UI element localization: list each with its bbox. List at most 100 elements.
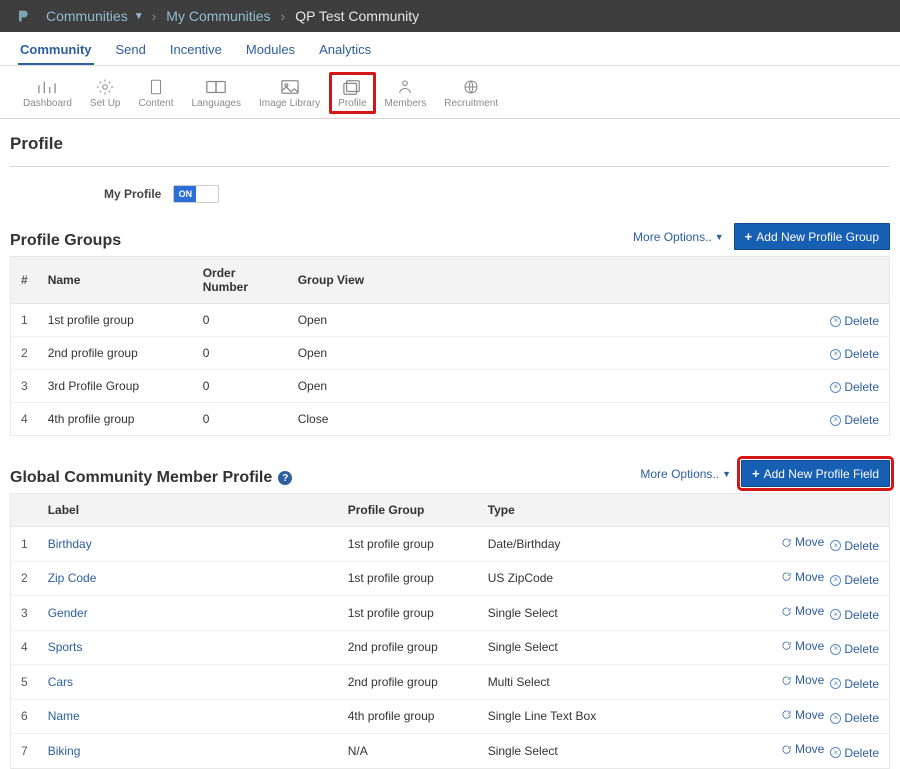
cell-index: 1 xyxy=(11,304,38,337)
profile-groups-title: Profile Groups xyxy=(10,232,121,250)
member-profile-table: Label Profile Group Type 1Birthday1st pr… xyxy=(10,493,890,769)
cell-label: Gender xyxy=(38,596,338,631)
member-profile-more[interactable]: More Options.. ▼ xyxy=(640,467,731,481)
delete-link[interactable]: ×Delete xyxy=(830,573,879,587)
delete-link[interactable]: ×Delete xyxy=(830,746,879,760)
member-profile-title: Global Community Member Profile xyxy=(10,469,272,487)
breadcrumb-sep: › xyxy=(281,8,286,24)
profile-field-link[interactable]: Gender xyxy=(48,606,88,620)
table-row: 5Cars2nd profile groupMulti SelectMove×D… xyxy=(11,665,890,700)
cell-order: 0 xyxy=(193,370,288,403)
move-link[interactable]: Move xyxy=(781,639,824,653)
close-icon: × xyxy=(830,644,841,655)
cell-group: 2nd profile group xyxy=(338,630,478,665)
cell-order: 0 xyxy=(193,403,288,436)
icon-toolbar: Dashboard Set Up Content Languages Image… xyxy=(0,66,900,119)
profile-field-link[interactable]: Zip Code xyxy=(48,571,97,585)
my-profile-toggle[interactable]: ON xyxy=(173,185,219,203)
col-label: Label xyxy=(38,494,338,527)
cell-index: 2 xyxy=(11,561,38,596)
divider xyxy=(10,166,890,167)
tab-community[interactable]: Community xyxy=(18,39,94,65)
move-link[interactable]: Move xyxy=(781,570,824,584)
refresh-icon xyxy=(781,675,792,686)
tab-send[interactable]: Send xyxy=(114,39,148,65)
cell-group: 2nd profile group xyxy=(338,665,478,700)
my-profile-row: My Profile ON xyxy=(10,179,890,217)
document-icon xyxy=(145,78,167,96)
cell-group: 1st profile group xyxy=(338,596,478,631)
profile-field-link[interactable]: Name xyxy=(48,709,80,723)
tab-incentive[interactable]: Incentive xyxy=(168,39,224,65)
app-logo-icon xyxy=(14,7,32,25)
toolbtn-languages[interactable]: Languages xyxy=(183,72,251,114)
toolbtn-image-library[interactable]: Image Library xyxy=(250,72,329,114)
tabstrip: Community Send Incentive Modules Analyti… xyxy=(0,32,900,66)
table-row: 44th profile group0Close×Delete xyxy=(11,403,890,436)
move-link[interactable]: Move xyxy=(781,673,824,687)
cell-label: Sports xyxy=(38,630,338,665)
close-icon: × xyxy=(830,678,841,689)
profile-field-link[interactable]: Birthday xyxy=(48,537,92,551)
breadcrumb-leaf[interactable]: QP Test Community xyxy=(295,8,419,24)
tab-analytics[interactable]: Analytics xyxy=(317,39,373,65)
cell-type: Date/Birthday xyxy=(478,527,760,562)
cell-name: 1st profile group xyxy=(38,304,193,337)
table-row: 7BikingN/ASingle SelectMove×Delete xyxy=(11,734,890,769)
delete-link[interactable]: ×Delete xyxy=(830,608,879,622)
chevron-down-icon[interactable]: ▼ xyxy=(134,11,144,22)
profile-groups-more[interactable]: More Options.. ▼ xyxy=(633,230,724,244)
languages-icon xyxy=(205,78,227,96)
dashboard-icon xyxy=(36,78,58,96)
move-link[interactable]: Move xyxy=(781,604,824,618)
my-profile-label: My Profile xyxy=(104,187,161,201)
cell-view: Close xyxy=(288,403,810,436)
delete-link[interactable]: ×Delete xyxy=(830,413,879,427)
move-link[interactable]: Move xyxy=(781,742,824,756)
page-title: Profile xyxy=(10,129,890,164)
member-profile-header: Global Community Member Profile ? More O… xyxy=(10,454,890,493)
move-link[interactable]: Move xyxy=(781,535,824,549)
table-row: 33rd Profile Group0Open×Delete xyxy=(11,370,890,403)
toolbtn-members[interactable]: Members xyxy=(376,72,436,114)
chevron-down-icon: ▼ xyxy=(715,232,724,242)
breadcrumb-root[interactable]: Communities xyxy=(46,8,128,24)
close-icon: × xyxy=(830,415,841,426)
table-row: 4Sports2nd profile groupSingle SelectMov… xyxy=(11,630,890,665)
cell-group: 1st profile group xyxy=(338,561,478,596)
cell-index: 3 xyxy=(11,596,38,631)
delete-link[interactable]: ×Delete xyxy=(830,642,879,656)
toolbtn-setup[interactable]: Set Up xyxy=(81,72,130,114)
help-icon[interactable]: ? xyxy=(278,471,292,485)
delete-link[interactable]: ×Delete xyxy=(830,677,879,691)
cell-index: 7 xyxy=(11,734,38,769)
profile-field-link[interactable]: Biking xyxy=(48,744,81,758)
table-row: 2Zip Code1st profile groupUS ZipCodeMove… xyxy=(11,561,890,596)
profile-field-link[interactable]: Sports xyxy=(48,640,83,654)
add-profile-group-button[interactable]: + Add New Profile Group xyxy=(734,223,890,250)
breadcrumb-mid[interactable]: My Communities xyxy=(166,8,270,24)
toolbtn-recruitment[interactable]: Recruitment xyxy=(435,72,507,114)
col-index: # xyxy=(11,257,38,304)
profile-field-link[interactable]: Cars xyxy=(48,675,73,689)
delete-link[interactable]: ×Delete xyxy=(830,539,879,553)
move-link[interactable]: Move xyxy=(781,708,824,722)
close-icon: × xyxy=(830,316,841,327)
delete-link[interactable]: ×Delete xyxy=(830,347,879,361)
cell-view: Open xyxy=(288,304,810,337)
close-icon: × xyxy=(830,575,841,586)
profile-groups-table: # Name Order Number Group View 11st prof… xyxy=(10,256,890,436)
cell-label: Biking xyxy=(38,734,338,769)
toolbtn-content[interactable]: Content xyxy=(130,72,183,114)
toolbtn-dashboard[interactable]: Dashboard xyxy=(14,72,81,114)
refresh-icon xyxy=(781,744,792,755)
tab-modules[interactable]: Modules xyxy=(244,39,297,65)
plus-icon: + xyxy=(745,229,753,244)
delete-link[interactable]: ×Delete xyxy=(830,314,879,328)
table-row: 3Gender1st profile groupSingle SelectMov… xyxy=(11,596,890,631)
cell-index: 1 xyxy=(11,527,38,562)
add-profile-field-button[interactable]: + Add New Profile Field xyxy=(741,460,890,487)
delete-link[interactable]: ×Delete xyxy=(830,380,879,394)
delete-link[interactable]: ×Delete xyxy=(830,711,879,725)
toolbtn-profile[interactable]: Profile xyxy=(329,72,375,114)
